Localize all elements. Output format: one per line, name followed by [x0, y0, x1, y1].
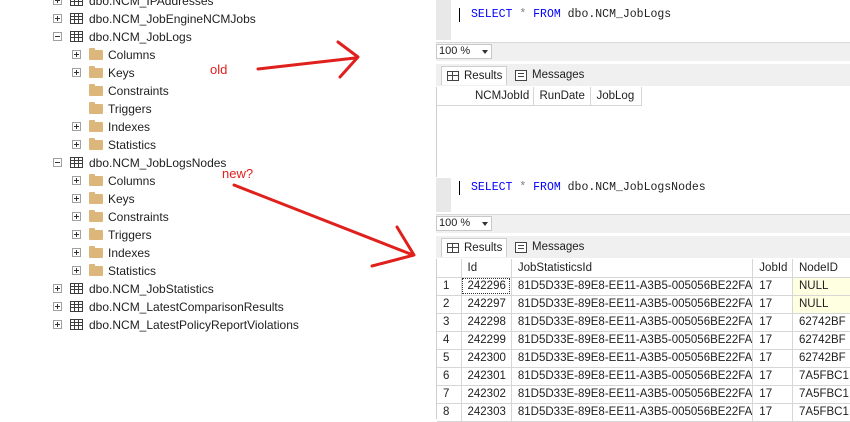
- cell-job-statistics-id[interactable]: 81D5D33E-89E8-EE11-A3B5-005056BE22FA: [511, 331, 752, 349]
- table-row[interactable]: 7 242302 81D5D33E-89E8-EE11-A3B5-005056B…: [437, 385, 850, 403]
- cell-id[interactable]: 242300: [461, 349, 511, 367]
- cell-job-id[interactable]: 17: [753, 403, 793, 421]
- text-caret: [459, 181, 460, 195]
- cell-node-id[interactable]: 62742BF: [793, 349, 850, 367]
- text-caret: [459, 8, 460, 22]
- cell-node-id[interactable]: 62742BF: [793, 313, 850, 331]
- zoom-dropdown[interactable]: 100 %: [436, 44, 492, 59]
- table-row[interactable]: 4 242299 81D5D33E-89E8-EE11-A3B5-005056B…: [437, 331, 850, 349]
- results-table-2: Id JobStatisticsId JobId NodeID 1 242296…: [437, 259, 850, 422]
- table-row[interactable]: 2 242297 81D5D33E-89E8-EE11-A3B5-005056B…: [437, 295, 850, 313]
- grid-icon: [447, 243, 459, 253]
- tab-results[interactable]: Results: [441, 238, 507, 257]
- zoom-value: 100 %: [439, 45, 470, 57]
- row-number[interactable]: 4: [437, 331, 461, 349]
- row-header-corner: [437, 87, 469, 105]
- cell-id[interactable]: 242297: [461, 295, 511, 313]
- tab-label: Results: [464, 242, 502, 254]
- row-number[interactable]: 3: [437, 313, 461, 331]
- arrow-to-old-query: [258, 58, 355, 69]
- row-header-corner: [437, 259, 461, 277]
- table-row[interactable]: 5 242300 81D5D33E-89E8-EE11-A3B5-005056B…: [437, 349, 850, 367]
- sql-table-name: dbo.NCM_JobLogs: [568, 8, 672, 21]
- tab-label: Messages: [532, 69, 584, 81]
- sql-keyword: SELECT: [471, 181, 512, 194]
- grid-icon: [447, 71, 459, 81]
- cell-node-id[interactable]: 7A5FBC1: [793, 385, 850, 403]
- cell-job-statistics-id[interactable]: 81D5D33E-89E8-EE11-A3B5-005056BE22FA: [511, 349, 752, 367]
- row-number[interactable]: 1: [437, 277, 461, 295]
- zoom-bar-1: 100 %: [436, 42, 850, 61]
- row-number[interactable]: 5: [437, 349, 461, 367]
- column-header[interactable]: NodeID: [793, 259, 850, 277]
- result-tabs-1: Results Messages: [436, 64, 850, 86]
- tab-label: Results: [464, 70, 502, 82]
- results-grid-1: NCMJobId RunDate JobLog: [436, 87, 850, 177]
- tab-label: Messages: [532, 241, 584, 253]
- zoom-value: 100 %: [439, 217, 470, 229]
- column-header[interactable]: NCMJobId: [469, 87, 533, 105]
- sql-keyword: FROM: [533, 181, 561, 194]
- arrow-to-new-query: [234, 185, 413, 255]
- row-number[interactable]: 8: [437, 403, 461, 421]
- sql-star: *: [519, 181, 526, 194]
- cell-job-id[interactable]: 17: [753, 295, 793, 313]
- cell-id[interactable]: 242298: [461, 313, 511, 331]
- cell-job-id[interactable]: 17: [753, 277, 793, 295]
- cell-job-statistics-id[interactable]: 81D5D33E-89E8-EE11-A3B5-005056BE22FA: [511, 385, 752, 403]
- table-row[interactable]: 6 242301 81D5D33E-89E8-EE11-A3B5-005056B…: [437, 367, 850, 385]
- table-row[interactable]: 3 242298 81D5D33E-89E8-EE11-A3B5-005056B…: [437, 313, 850, 331]
- query-1-text[interactable]: SELECT * FROM dbo.NCM_JobLogs: [471, 8, 671, 21]
- editor-gutter: [436, 0, 451, 40]
- query-2-text[interactable]: SELECT * FROM dbo.NCM_JobLogsNodes: [471, 181, 706, 194]
- results-grid-2: Id JobStatisticsId JobId NodeID 1 242296…: [436, 259, 850, 419]
- cell-id[interactable]: 242301: [461, 367, 511, 385]
- tab-messages[interactable]: Messages: [510, 66, 584, 85]
- cell-job-id[interactable]: 17: [753, 331, 793, 349]
- tab-results[interactable]: Results: [441, 66, 507, 85]
- cell-node-id[interactable]: NULL: [793, 295, 850, 313]
- cell-job-id[interactable]: 17: [753, 385, 793, 403]
- table-row[interactable]: 8 242303 81D5D33E-89E8-EE11-A3B5-005056B…: [437, 403, 850, 421]
- chevron-down-icon: [482, 222, 488, 226]
- result-tabs-2: Results Messages: [436, 236, 850, 258]
- editor-gutter: [436, 178, 451, 212]
- row-number[interactable]: 6: [437, 367, 461, 385]
- cell-node-id[interactable]: 7A5FBC1: [793, 403, 850, 421]
- zoom-bar-2: 100 %: [436, 214, 850, 233]
- sql-keyword: SELECT: [471, 8, 512, 21]
- sql-table-name: dbo.NCM_JobLogsNodes: [568, 181, 706, 194]
- messages-icon: [515, 70, 527, 81]
- cell-node-id[interactable]: 62742BF: [793, 331, 850, 349]
- chevron-down-icon: [482, 50, 488, 54]
- sql-star: *: [519, 8, 526, 21]
- cell-job-statistics-id[interactable]: 81D5D33E-89E8-EE11-A3B5-005056BE22FA: [511, 295, 752, 313]
- cell-id[interactable]: 242296: [461, 277, 511, 295]
- cell-job-statistics-id[interactable]: 81D5D33E-89E8-EE11-A3B5-005056BE22FA: [511, 367, 752, 385]
- cell-job-statistics-id[interactable]: 81D5D33E-89E8-EE11-A3B5-005056BE22FA: [511, 403, 752, 421]
- cell-job-statistics-id[interactable]: 81D5D33E-89E8-EE11-A3B5-005056BE22FA: [511, 313, 752, 331]
- cell-node-id[interactable]: 7A5FBC1: [793, 367, 850, 385]
- column-header[interactable]: JobStatisticsId: [511, 259, 752, 277]
- tab-messages[interactable]: Messages: [510, 238, 584, 257]
- cell-job-id[interactable]: 17: [753, 367, 793, 385]
- cell-node-id[interactable]: NULL: [793, 277, 850, 295]
- cell-id[interactable]: 242303: [461, 403, 511, 421]
- zoom-dropdown[interactable]: 100 %: [436, 216, 492, 231]
- cell-job-statistics-id[interactable]: 81D5D33E-89E8-EE11-A3B5-005056BE22FA: [511, 277, 752, 295]
- results-table-1: NCMJobId RunDate JobLog: [437, 87, 642, 106]
- row-number[interactable]: 7: [437, 385, 461, 403]
- cell-job-id[interactable]: 17: [753, 313, 793, 331]
- cell-id[interactable]: 242299: [461, 331, 511, 349]
- column-header[interactable]: JobLog: [590, 87, 641, 105]
- cell-id[interactable]: 242302: [461, 385, 511, 403]
- row-number[interactable]: 2: [437, 295, 461, 313]
- sql-keyword: FROM: [533, 8, 561, 21]
- cell-job-id[interactable]: 17: [753, 349, 793, 367]
- column-header[interactable]: JobId: [753, 259, 793, 277]
- column-header[interactable]: Id: [461, 259, 511, 277]
- table-row[interactable]: 1 242296 81D5D33E-89E8-EE11-A3B5-005056B…: [437, 277, 850, 295]
- messages-icon: [515, 242, 527, 253]
- column-header[interactable]: RunDate: [533, 87, 590, 105]
